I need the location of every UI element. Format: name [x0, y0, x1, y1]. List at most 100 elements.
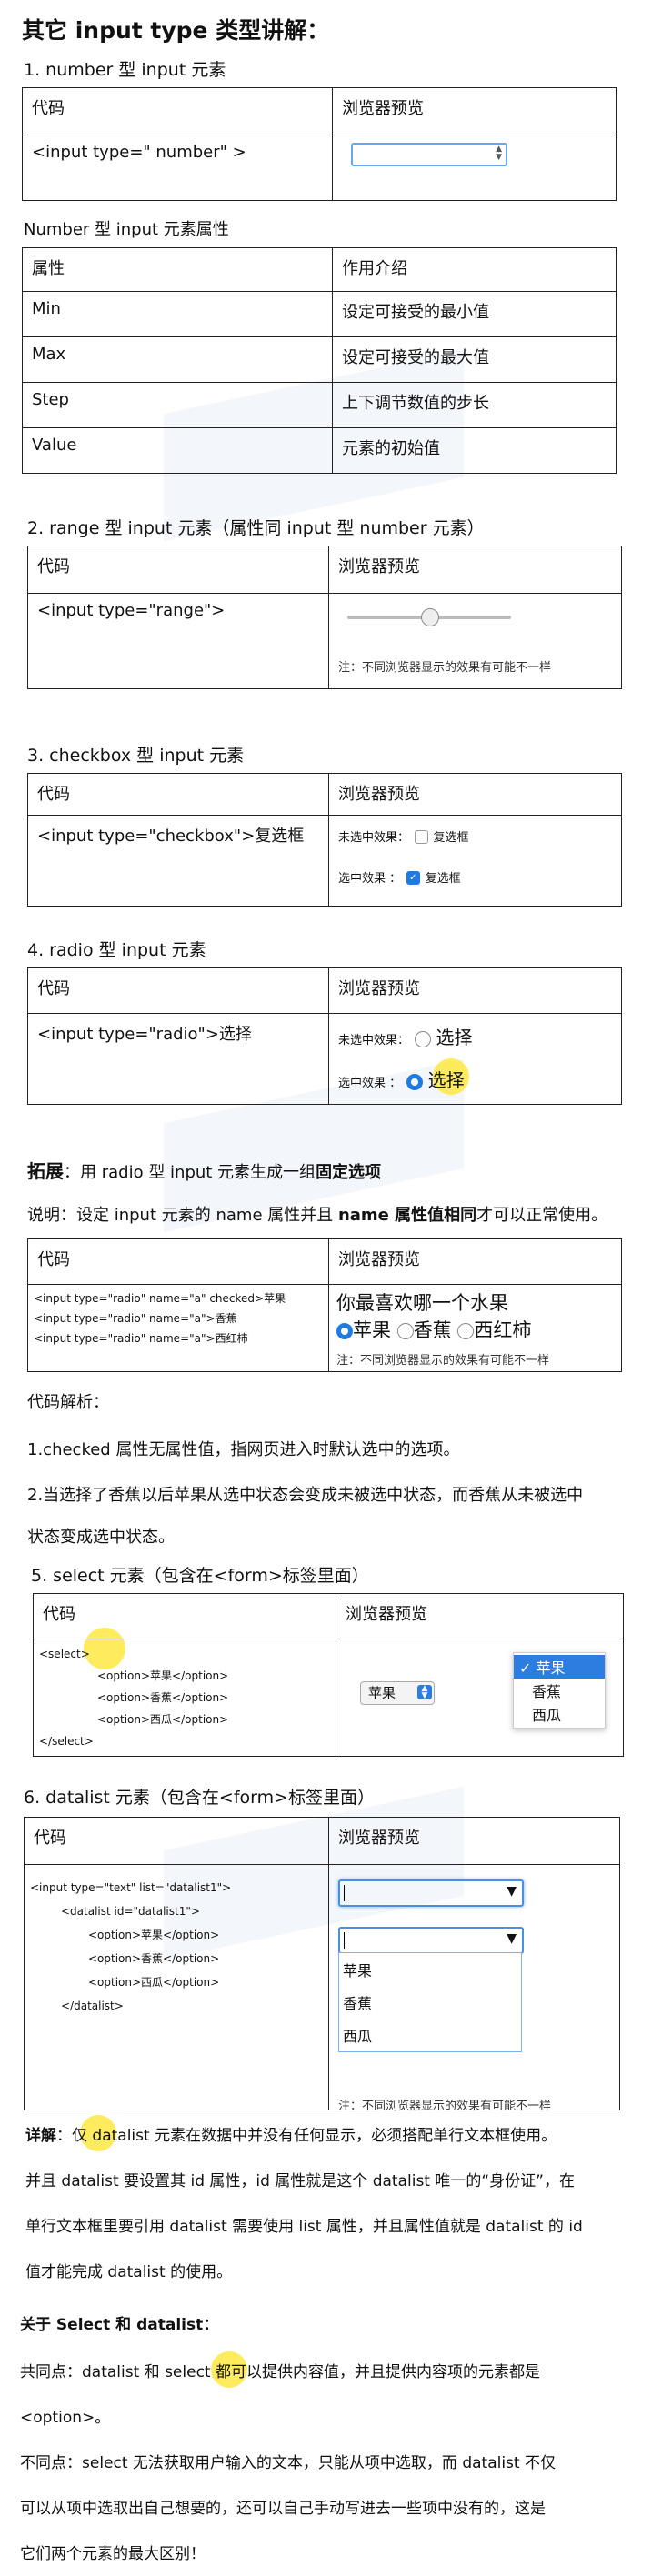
radio-unchecked[interactable]: [414, 1031, 431, 1047]
col-code: 代码: [24, 1817, 329, 1865]
attr-desc: 设定可接受的最大值: [332, 336, 617, 383]
radio-option-tomato[interactable]: [457, 1323, 475, 1339]
range-slider[interactable]: [347, 608, 511, 626]
radio-option-apple[interactable]: [336, 1323, 353, 1339]
checkbox-heading: 3. checkbox 型 input 元素: [27, 746, 245, 766]
analysis-heading: 代码解析：: [27, 1393, 109, 1412]
checkbox-code: <input type="checkbox">复选框: [27, 815, 329, 907]
radio-code: <input type="radio">选择: [27, 1013, 329, 1105]
text-cursor-icon: [344, 1885, 345, 1901]
unchecked-label: 未选中效果：: [338, 831, 410, 845]
extend-text: ：用 radio 型 input 元素生成一组: [64, 1163, 316, 1182]
detail-line3: 单行文本框里要引用 datalist 需要使用 list 属性，并且属性值就是 …: [25, 2218, 583, 2236]
datalist-preview: ▼ ▼ 苹果 香蕉 西瓜 注：不同浏览器显示的效果有可能不一样: [328, 1864, 620, 2113]
attr-header-name: 属性: [22, 247, 333, 292]
explain-prefix: 说明：设定 input 元素的 name 属性并且: [27, 1206, 338, 1225]
number-heading: 1. number 型 input 元素: [24, 60, 226, 80]
attr-name: Max: [22, 336, 333, 383]
radio-text: 选择: [427, 1069, 465, 1091]
analysis-point1: 1.checked 属性无属性值，指网页进入时默认选中的选项。: [27, 1440, 460, 1459]
range-code: <input type="range">: [27, 593, 329, 689]
attr-name: Step: [22, 382, 333, 428]
number-table: 代码 浏览器预览 <input type=" number" > ▲ ▼: [22, 87, 617, 201]
extend-code: <input type="radio" name="a" checked>苹果 …: [27, 1284, 329, 1372]
attr-header-desc: 作用介绍: [332, 247, 617, 292]
datalist-code: <input type="text" list="datalist1"> <da…: [24, 1864, 329, 2110]
number-input[interactable]: ▲ ▼: [351, 143, 507, 166]
number-attr-table: 属性 作用介绍 Min 设定可接受的最小值 Max 设定可接受的最大值 Step…: [22, 247, 617, 474]
compare-diff-3: 它们两个元素的最大区别！: [20, 2545, 206, 2563]
col-code: 代码: [22, 87, 333, 135]
datalist-option[interactable]: 苹果: [339, 1953, 521, 1986]
checkbox-text: 复选框: [425, 872, 461, 886]
range-thumb[interactable]: [421, 608, 439, 626]
explain-bold: name 属性值相同: [337, 1206, 477, 1225]
col-preview: 浏览器预览: [328, 546, 622, 594]
compare-same-2: <option>。: [20, 2409, 111, 2427]
checkbox-checked[interactable]: ✓: [406, 870, 420, 885]
checked-label: 选中效果 ：: [338, 872, 402, 886]
dropdown-arrow-icon[interactable]: ▼: [507, 1884, 517, 1899]
code-line: <option>香蕉</option>: [97, 1691, 229, 1704]
code-line: <input type="text" list="datalist1">: [30, 1881, 232, 1894]
code-line: </datalist>: [61, 2000, 124, 2012]
checkbox-unchecked[interactable]: [414, 829, 428, 844]
number-attr-heading: Number 型 input 元素属性: [24, 220, 229, 239]
code-line: <select>: [39, 1648, 90, 1660]
extend-explain: 说明：设定 input 元素的 name 属性并且 name 属性值相同才可以正…: [27, 1202, 607, 1226]
extend-preview: 你最喜欢哪一个水果 苹果 香蕉 西红柿 注：不同浏览器显示的效果有可能不一样: [328, 1284, 622, 1372]
col-code: 代码: [33, 1593, 336, 1639]
fruit-question: 你最喜欢哪一个水果: [336, 1292, 508, 1314]
datalist-input-1[interactable]: ▼: [338, 1879, 524, 1907]
checkbox-table: 代码 浏览器预览 <input type="checkbox">复选框 未选中效…: [27, 773, 622, 907]
col-preview: 浏览器预览: [336, 1593, 624, 1639]
extend-note: 注：不同浏览器显示的效果有可能不一样: [336, 1354, 550, 1368]
attr-desc: 元素的初始值: [332, 427, 617, 474]
select-option[interactable]: 西瓜: [514, 1702, 605, 1726]
extend-label: 拓展: [27, 1160, 64, 1182]
range-heading: 2. range 型 input 元素（属性同 input 型 number 元…: [27, 518, 485, 538]
analysis-point2: 2.当选择了香蕉以后苹果从选中状态会变成未被选中状态，而香蕉从未被选中: [27, 1486, 584, 1505]
col-code: 代码: [27, 1238, 329, 1285]
select-dropdown[interactable]: 苹果 ▲ ▼: [360, 1681, 435, 1705]
dropdown-arrow-icon[interactable]: ▼: [507, 1931, 517, 1946]
datalist-option[interactable]: 香蕉: [339, 1986, 521, 2019]
compare-same-1: 共同点：datalist 和 select 都可以提供内容值，并且提供内容项的元…: [20, 2363, 540, 2381]
datalist-option[interactable]: 西瓜: [339, 2019, 521, 2051]
attr-name: Value: [22, 427, 333, 474]
detail-label: 详解: [25, 2127, 56, 2145]
option-label: 苹果: [536, 1659, 566, 1677]
datalist-heading: 6. datalist 元素（包含在<form>标签里面）: [24, 1788, 376, 1808]
select-option[interactable]: ✓ 苹果: [514, 1655, 605, 1679]
option-label: 香蕉: [413, 1319, 452, 1341]
attr-name: Min: [22, 291, 333, 337]
code-line: <option>西瓜</option>: [88, 1976, 220, 1989]
code-line: <option>苹果</option>: [88, 1929, 220, 1941]
explain-suffix: 才可以正常使用。: [476, 1206, 608, 1225]
code-line: <input type="radio" name="a">西红柿: [34, 1332, 248, 1345]
select-option[interactable]: 香蕉: [514, 1679, 605, 1702]
option-label: 苹果: [353, 1319, 391, 1341]
code-line: <input type="radio" name="a">香蕉: [34, 1312, 237, 1325]
datalist-note: 注：不同浏览器显示的效果有可能不一样: [338, 2100, 552, 2113]
radio-option-banana[interactable]: [396, 1323, 414, 1339]
checkbox-text: 复选框: [433, 831, 469, 845]
range-note: 注：不同浏览器显示的效果有可能不一样: [338, 661, 552, 675]
select-value: 苹果: [368, 1685, 396, 1701]
col-code: 代码: [27, 967, 329, 1014]
code-line: </select>: [39, 1735, 94, 1748]
attr-desc: 设定可接受的最小值: [332, 291, 617, 337]
select-code: <select> <option>苹果</option> <option>香蕉<…: [33, 1639, 336, 1757]
radio-checked[interactable]: [406, 1074, 423, 1090]
compare-heading: 关于 Select 和 datalist：: [20, 2316, 219, 2334]
col-preview: 浏览器预览: [328, 1238, 622, 1285]
radio-preview: 未选中效果： 选择 选中效果 ： 选择: [328, 1013, 622, 1105]
detail-text: ：仅 datalist 元素在数据中并没有任何显示，必须搭配单行文本框使用。: [56, 2127, 557, 2145]
code-line: <option>苹果</option>: [97, 1669, 229, 1682]
stepper-icon[interactable]: ▲ ▼: [496, 145, 502, 162]
page-title: 其它 input type 类型讲解：: [22, 17, 330, 44]
select-heading: 5. select 元素（包含在<form>标签里面）: [31, 1566, 369, 1586]
datalist-input-2[interactable]: ▼: [338, 1927, 524, 1954]
option-label: 西红柿: [474, 1319, 532, 1341]
datalist-options-list: 苹果 香蕉 西瓜: [338, 1952, 522, 2052]
